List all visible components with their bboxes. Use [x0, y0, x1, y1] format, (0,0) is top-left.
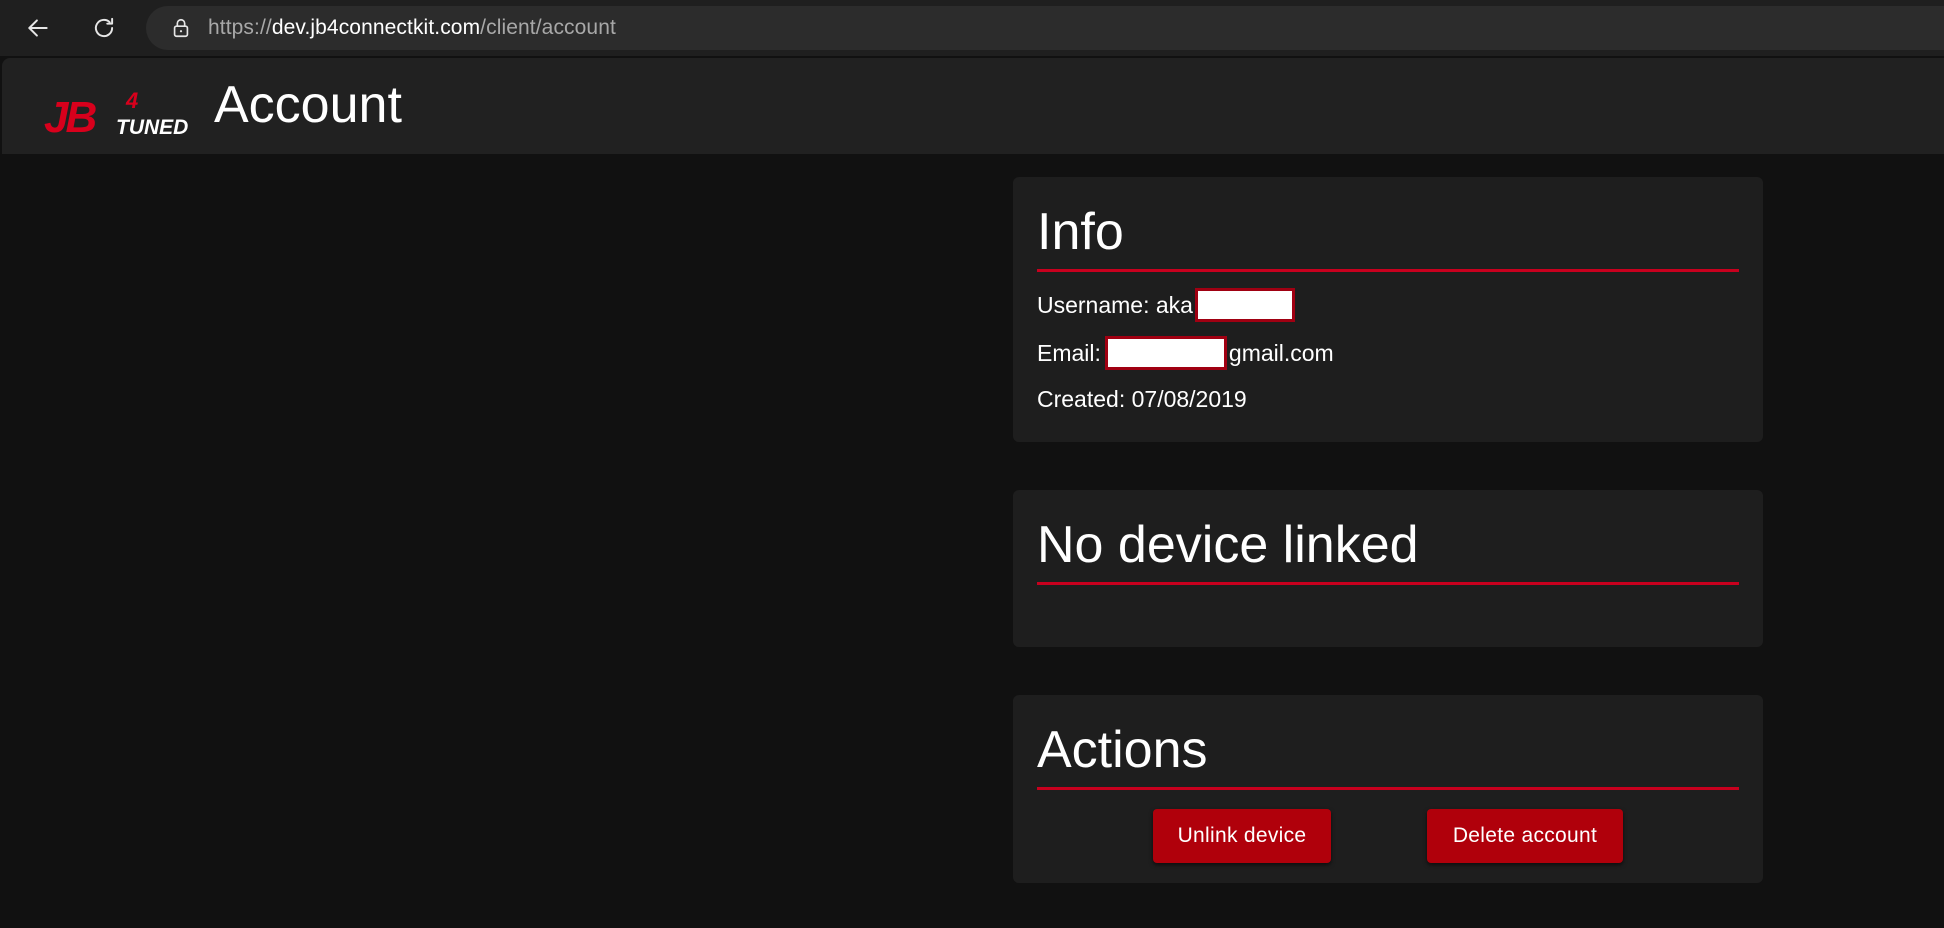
- email-label: Email:: [1037, 340, 1101, 366]
- username-redaction: [1194, 288, 1295, 322]
- page-title: Account: [214, 76, 402, 134]
- logo-superscript: 4: [125, 88, 138, 113]
- device-card-title: No device linked: [1037, 514, 1739, 585]
- logo-main-text: JB: [44, 93, 96, 140]
- info-card-title: Info: [1037, 201, 1739, 272]
- lock-icon[interactable]: [170, 17, 192, 39]
- url-path: /client/account: [480, 16, 616, 39]
- app-header: JB 4 TUNED Account: [2, 58, 1944, 154]
- logo-subtext: TUNED: [116, 116, 188, 139]
- device-card: No device linked: [1013, 490, 1763, 647]
- url-scheme: https://: [208, 16, 272, 39]
- username-label: Username: aka: [1037, 292, 1193, 318]
- delete-account-button[interactable]: Delete account: [1427, 809, 1623, 863]
- email-redaction: [1104, 336, 1227, 370]
- reload-icon: [94, 17, 114, 38]
- address-bar[interactable]: https://dev.jb4connectkit.com/client/acc…: [146, 6, 1944, 50]
- info-card: Info Username: aka Email: gmail.com Crea…: [1013, 177, 1763, 442]
- reload-button[interactable]: [84, 8, 124, 48]
- browser-toolbar: https://dev.jb4connectkit.com/client/acc…: [0, 0, 1944, 56]
- actions-card: Actions Unlink device Delete account: [1013, 695, 1763, 883]
- username-row: Username: aka: [1037, 288, 1739, 322]
- email-domain: gmail.com: [1228, 340, 1334, 366]
- actions-card-title: Actions: [1037, 719, 1739, 790]
- created-date: Created: 07/08/2019: [1037, 386, 1247, 412]
- url-host: dev.jb4connectkit.com: [271, 16, 481, 39]
- jb4-tuned-logo[interactable]: JB 4 TUNED: [42, 84, 192, 140]
- arrow-left-icon: [28, 19, 48, 37]
- main-content: Info Username: aka Email: gmail.com Crea…: [0, 154, 1944, 928]
- email-row: Email: gmail.com: [1037, 336, 1739, 370]
- back-button[interactable]: [18, 8, 58, 48]
- url-text[interactable]: https://dev.jb4connectkit.com/client/acc…: [208, 16, 616, 40]
- actions-row: Unlink device Delete account: [1037, 790, 1739, 890]
- unlink-device-button[interactable]: Unlink device: [1153, 809, 1331, 863]
- created-row: Created: 07/08/2019: [1037, 384, 1739, 414]
